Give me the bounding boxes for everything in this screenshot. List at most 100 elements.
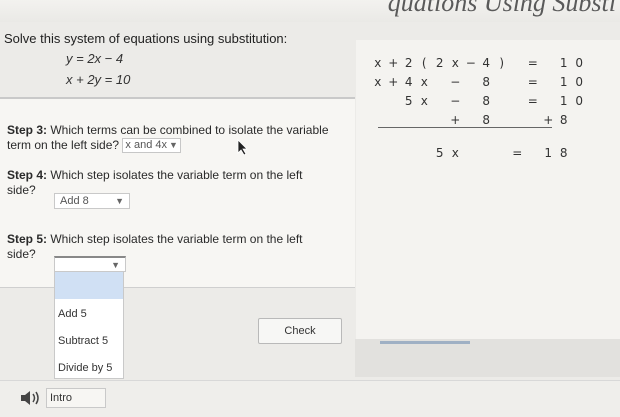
work-cell: x: [451, 56, 459, 70]
work-cell: [572, 132, 588, 146]
work-cell: [479, 132, 495, 146]
step-5-options-menu: Add 5 Subtract 5 Divide by 5: [54, 271, 124, 379]
step-5-question: Which step isolates the variable term on…: [7, 232, 303, 261]
work-cell: [463, 113, 479, 132]
work-cell: 8: [482, 94, 491, 108]
work-cell: [541, 56, 557, 75]
option-divide-by-5[interactable]: Divide by 5: [58, 362, 112, 374]
work-cell: [386, 132, 402, 146]
work-cell: 2: [435, 56, 444, 70]
work-cell: [463, 146, 479, 165]
work-cell: [494, 75, 510, 94]
option-add-5[interactable]: Add 5: [58, 308, 87, 320]
work-row: 5 x = 1 8: [370, 146, 587, 165]
work-cell: 1: [559, 56, 568, 70]
work-cell: [401, 146, 417, 165]
work-cell: x: [374, 56, 382, 70]
work-cell: [417, 113, 433, 132]
top-strip: quations Using Substi: [0, 0, 620, 22]
work-cell: −: [465, 56, 476, 70]
step-3-selected: x and 4x: [125, 139, 167, 152]
work-cell: 0: [575, 75, 584, 89]
work-cell: [510, 56, 526, 75]
work-cell: +: [450, 113, 461, 127]
work-cell: 8: [482, 113, 491, 127]
work-cell: [541, 132, 557, 146]
work-cell: [417, 132, 433, 146]
work-cell: [525, 132, 541, 146]
step-3-dropdown[interactable]: x and 4x ▼: [122, 138, 181, 154]
chevron-down-icon: ▼: [115, 196, 124, 206]
work-cell: [510, 94, 526, 113]
work-row: x +2(2 x −4) = 1 0: [370, 56, 587, 75]
intro-button[interactable]: Intro: [46, 388, 106, 408]
work-cell: [401, 132, 417, 146]
work-cell: =: [527, 75, 538, 89]
work-cell: +: [388, 75, 399, 89]
work-cell: [510, 113, 526, 132]
step-5-dropdown[interactable]: ▼: [54, 256, 126, 272]
step-3-label: Step 3:: [7, 123, 48, 137]
work-cell: [463, 75, 479, 94]
work-cell: [572, 113, 588, 132]
work-cell: [386, 113, 402, 132]
work-cell: [525, 146, 541, 165]
work-cell: [541, 94, 557, 113]
work-cell: 4: [482, 56, 491, 70]
work-cell: +: [388, 56, 399, 70]
work-cell: =: [527, 94, 538, 108]
work-cell: [463, 94, 479, 113]
work-row: [370, 132, 587, 146]
work-cell: [494, 94, 510, 113]
work-cell: 8: [482, 75, 491, 89]
work-cell: −: [450, 75, 461, 89]
mouse-pointer-icon: [237, 139, 248, 155]
work-cell: [401, 113, 417, 132]
speaker-icon[interactable]: [18, 388, 44, 408]
check-button[interactable]: Check: [258, 318, 342, 344]
work-steps: x +2(2 x −4) = 1 0 x +4 x −8 = 1 0 5 x −8 = 1 0 +8 +8 5 x = 1 8: [370, 56, 587, 165]
work-cell: [572, 146, 588, 165]
work-cell: 1: [544, 146, 553, 160]
work-row: +8 +8: [370, 113, 587, 132]
work-cell: 0: [575, 94, 584, 108]
option-subtract-5[interactable]: Subtract 5: [58, 335, 108, 347]
work-cell: [494, 113, 510, 132]
work-cell: [370, 146, 386, 165]
work-cell: [432, 94, 448, 113]
chevron-down-icon: ▼: [111, 259, 120, 270]
work-cell: [386, 146, 402, 165]
work-cell: +: [543, 113, 554, 127]
step-4-question: Which step isolates the variable term on…: [7, 168, 303, 197]
work-cell: ): [499, 56, 505, 70]
work-cell: [556, 132, 572, 146]
work-cell: [370, 113, 386, 132]
work-row: x +4 x −8 = 1 0: [370, 75, 587, 94]
equation-1: y = 2x − 4: [66, 51, 124, 66]
work-cell: [370, 132, 386, 146]
work-cell: [448, 132, 464, 146]
work-cell: [386, 94, 402, 113]
work-cell: [432, 132, 448, 146]
work-cell: 2: [404, 56, 413, 70]
right-footer-area: [355, 339, 620, 377]
work-cell: x: [374, 75, 382, 89]
work-cell: 8: [559, 146, 568, 160]
work-cell: 5: [435, 146, 444, 160]
work-cell: [417, 146, 433, 165]
work-cell: [494, 132, 510, 146]
problem-instruction: Solve this system of equations using sub…: [4, 31, 288, 46]
work-cell: 8: [559, 113, 568, 127]
step-4-dropdown[interactable]: Add 8 ▼: [54, 193, 130, 209]
work-cell: [525, 113, 541, 132]
work-cell: [479, 146, 495, 165]
work-cell: [370, 94, 386, 113]
work-cell: [432, 75, 448, 94]
work-cell: [432, 113, 448, 132]
work-cell: 1: [559, 75, 568, 89]
step-4-selected: Add 8: [60, 195, 89, 207]
menu-highlighted-blank-option[interactable]: [55, 272, 123, 299]
work-cell: x: [451, 146, 459, 160]
step-4-label: Step 4:: [7, 168, 48, 182]
work-cell: =: [527, 56, 538, 70]
